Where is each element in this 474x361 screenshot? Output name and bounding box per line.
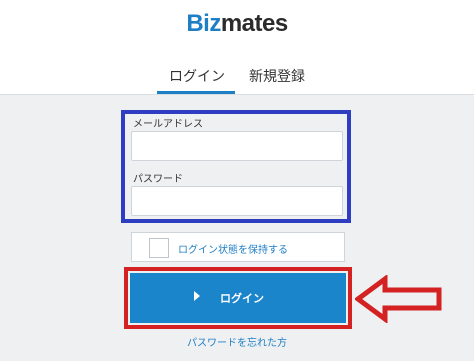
tab-register[interactable]: 新規登録 [249,66,305,86]
header: Bizmates ログイン 新規登録 [0,0,474,95]
bizmates-logo: Bizmates [0,10,474,38]
login-button-highlight-box [124,267,352,329]
active-tab-indicator [157,91,235,94]
remember-login-option[interactable]: ログイン状態を保持する [131,232,345,262]
pointer-arrow-icon [355,275,442,323]
forgot-password-link[interactable]: パスワードを忘れた方 [0,334,474,349]
remember-label: ログイン状態を保持する [178,245,288,256]
tab-login[interactable]: ログイン [169,66,225,86]
logo-part-biz: Biz [186,10,221,37]
credentials-highlight-box [121,110,351,223]
remember-checkbox[interactable] [149,238,169,258]
logo-part-mates: mates [220,10,288,37]
